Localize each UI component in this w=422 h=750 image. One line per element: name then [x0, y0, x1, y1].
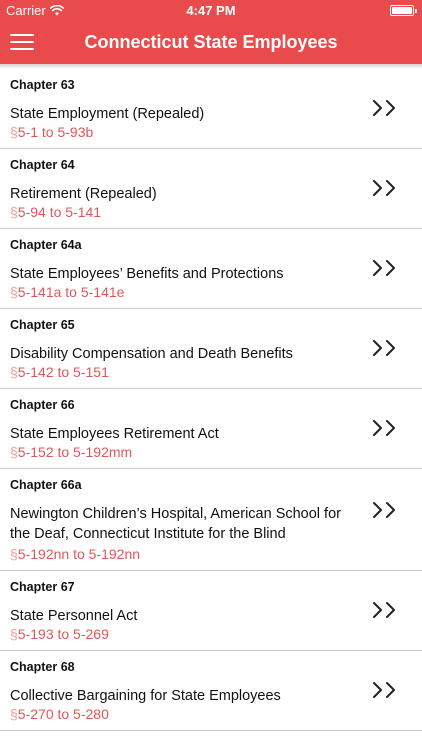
- section-range-text: 5-193 to 5-269: [17, 626, 109, 642]
- list-item-chapter-64[interactable]: Chapter 64 Retirement (Repealed) §5-94 t…: [0, 149, 422, 229]
- chapter-number: Chapter 66a: [10, 478, 82, 492]
- section-symbol: §: [10, 626, 18, 642]
- battery-level: [392, 7, 412, 14]
- section-range-text: 5-192nn to 5-192nn: [17, 546, 141, 562]
- chapter-title: Newington Children’s Hospital, American …: [10, 506, 341, 542]
- section-range-text: 5-1 to 5-93b: [17, 124, 94, 140]
- chapter-number: Chapter 68: [10, 660, 75, 674]
- chapter-title: State Personnel Act: [10, 608, 138, 624]
- section-range-text: 5-270 to 5-280: [17, 706, 109, 722]
- chapter-list: Chapter 63 State Employment (Repealed) §…: [0, 69, 422, 731]
- chapter-title: Disability Compensation and Death Benefi…: [10, 346, 293, 362]
- chapter-number: Chapter 64a: [10, 238, 82, 252]
- section-symbol: §: [10, 124, 18, 140]
- double-chevron-right-icon: [373, 602, 395, 618]
- double-chevron-right-icon: [373, 340, 395, 356]
- chapter-title: State Employment (Repealed): [10, 106, 205, 122]
- chapter-number: Chapter 65: [10, 318, 75, 332]
- double-chevron-right-icon: [373, 180, 395, 196]
- header: Carrier 4:47 PM Connecticut State Employ…: [0, 0, 422, 64]
- section-symbol: §: [10, 204, 18, 220]
- double-chevron-right-icon: [373, 420, 395, 436]
- chapter-title: Retirement (Repealed): [10, 186, 157, 202]
- section-range: §5-141a to 5-141e: [10, 284, 124, 300]
- list-item-chapter-67[interactable]: Chapter 67 State Personnel Act §5-193 to…: [0, 571, 422, 651]
- chapter-title: State Employees Retirement Act: [10, 426, 219, 442]
- chapter-number: Chapter 63: [10, 78, 75, 92]
- list-item-chapter-63[interactable]: Chapter 63 State Employment (Repealed) §…: [0, 69, 422, 149]
- chapter-number: Chapter 66: [10, 398, 75, 412]
- list-item-chapter-65[interactable]: Chapter 65 Disability Compensation and D…: [0, 309, 422, 389]
- section-symbol: §: [10, 706, 18, 722]
- section-range-text: 5-142 to 5-151: [17, 364, 109, 380]
- nav-bar: Connecticut State Employees: [0, 20, 422, 64]
- list-item-chapter-64a[interactable]: Chapter 64a State Employees’ Benefits an…: [0, 229, 422, 309]
- status-time: 4:47 PM: [186, 3, 236, 18]
- list-item-chapter-66[interactable]: Chapter 66 State Employees Retirement Ac…: [0, 389, 422, 469]
- double-chevron-right-icon: [373, 260, 395, 276]
- section-symbol: §: [10, 444, 18, 460]
- battery-icon: [390, 5, 417, 16]
- section-range-text: 5-94 to 5-141: [17, 204, 102, 220]
- section-range: §5-142 to 5-151: [10, 364, 109, 380]
- section-range: §5-193 to 5-269: [10, 626, 109, 642]
- section-range: §5-1 to 5-93b: [10, 124, 93, 140]
- section-range-text: 5-141a to 5-141e: [17, 284, 125, 300]
- chapter-number: Chapter 64: [10, 158, 75, 172]
- double-chevron-right-icon: [373, 100, 395, 116]
- section-range: §5-94 to 5-141: [10, 204, 101, 220]
- app-screen: Carrier 4:47 PM Connecticut State Employ…: [0, 0, 422, 750]
- section-range-text: 5-152 to 5-192mm: [17, 444, 133, 460]
- double-chevron-right-icon: [373, 502, 395, 518]
- list-item-chapter-68[interactable]: Chapter 68 Collective Bargaining for Sta…: [0, 651, 422, 731]
- chapter-title: Collective Bargaining for State Employee…: [10, 688, 281, 704]
- list-item-chapter-66a[interactable]: Chapter 66a Newington Children’s Hospita…: [0, 469, 422, 571]
- section-range: §5-270 to 5-280: [10, 706, 109, 722]
- battery-nub: [415, 9, 417, 13]
- section-symbol: §: [10, 364, 18, 380]
- section-range: §5-192nn to 5-192nn: [10, 546, 140, 562]
- section-symbol: §: [10, 546, 18, 562]
- chapter-number: Chapter 67: [10, 580, 75, 594]
- section-range: §5-152 to 5-192mm: [10, 444, 132, 460]
- status-bar: Carrier 4:47 PM: [0, 0, 422, 20]
- page-title: Connecticut State Employees: [84, 32, 338, 52]
- section-symbol: §: [10, 284, 18, 300]
- double-chevron-right-icon: [373, 682, 395, 698]
- chapter-title: State Employees’ Benefits and Protection…: [10, 266, 284, 282]
